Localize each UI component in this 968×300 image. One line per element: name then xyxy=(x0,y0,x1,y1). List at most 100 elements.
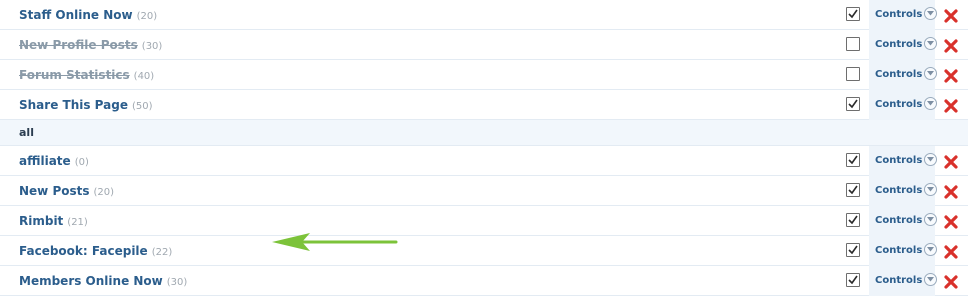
widget-label: New Posts (20) xyxy=(19,176,114,206)
delete-cell xyxy=(935,90,968,120)
controls-cell: Controls xyxy=(869,30,938,60)
controls-cell: Controls xyxy=(869,176,938,206)
controls-cell: Controls xyxy=(869,236,938,266)
display-order: (22) xyxy=(151,247,173,258)
widget-label: Staff Online Now (20) xyxy=(19,0,157,30)
controls-menu-button[interactable]: Controls xyxy=(875,90,938,120)
display-order: (20) xyxy=(136,11,158,22)
delete-x-icon[interactable] xyxy=(944,214,958,229)
delete-cell xyxy=(935,206,968,236)
controls-cell: Controls xyxy=(869,0,938,30)
widget-row: Staff Online Now (20) Controls xyxy=(0,0,968,30)
enabled-checkbox[interactable] xyxy=(846,183,860,197)
delete-cell xyxy=(935,146,968,176)
widget-row: Facebook: Facepile (22) Controls xyxy=(0,236,968,266)
widget-label: Members Online Now (30) xyxy=(19,266,187,296)
controls-label: Controls xyxy=(875,155,923,166)
controls-label: Controls xyxy=(875,99,923,110)
enabled-checkbox[interactable] xyxy=(846,67,860,81)
widget-row: New Posts (20) Controls xyxy=(0,176,968,206)
delete-cell xyxy=(935,176,968,206)
delete-x-icon[interactable] xyxy=(944,98,958,113)
controls-label: Controls xyxy=(875,185,923,196)
enabled-cell xyxy=(837,206,869,236)
display-order: (30) xyxy=(141,41,163,52)
enabled-cell xyxy=(837,90,869,120)
enabled-cell xyxy=(837,236,869,266)
widget-label: Facebook: Facepile (22) xyxy=(19,236,172,266)
enabled-checkbox[interactable] xyxy=(846,273,860,287)
widget-row: Rimbit (21) Controls xyxy=(0,206,968,236)
delete-x-icon[interactable] xyxy=(944,274,958,289)
widget-row: Share This Page (50) Controls xyxy=(0,90,968,120)
widget-label: New Profile Posts (30) xyxy=(19,30,162,60)
enabled-cell xyxy=(837,0,869,30)
display-order: (30) xyxy=(166,277,188,288)
delete-x-icon[interactable] xyxy=(944,38,958,53)
delete-x-icon[interactable] xyxy=(944,244,958,259)
controls-menu-button[interactable]: Controls xyxy=(875,30,938,60)
controls-label: Controls xyxy=(875,69,923,80)
display-order: (40) xyxy=(133,71,155,82)
enabled-cell xyxy=(837,30,869,60)
controls-menu-button[interactable]: Controls xyxy=(875,60,938,90)
controls-cell: Controls xyxy=(869,206,938,236)
controls-label: Controls xyxy=(875,275,923,286)
enabled-checkbox[interactable] xyxy=(846,213,860,227)
display-order: (0) xyxy=(74,157,89,168)
widget-row: Forum Statistics (40) Controls xyxy=(0,60,968,90)
widget-name-link[interactable]: New Posts xyxy=(19,184,90,198)
widget-name-link[interactable]: Rimbit xyxy=(19,214,63,228)
display-order: (50) xyxy=(131,101,153,112)
display-order: (20) xyxy=(93,187,115,198)
group-header: all xyxy=(0,120,968,146)
group-label: all xyxy=(19,126,34,139)
widget-name-link[interactable]: Facebook: Facepile xyxy=(19,244,148,258)
display-order: (21) xyxy=(67,217,88,228)
delete-x-icon[interactable] xyxy=(944,8,958,23)
controls-menu-button[interactable]: Controls xyxy=(875,206,938,236)
widget-name-link[interactable]: Forum Statistics xyxy=(19,68,130,82)
widget-label: Share This Page (50) xyxy=(19,90,153,120)
widget-list: Staff Online Now (20) Controls New Profile … xyxy=(0,0,968,296)
controls-cell: Controls xyxy=(869,146,938,176)
enabled-checkbox[interactable] xyxy=(846,97,860,111)
enabled-cell xyxy=(837,60,869,90)
controls-menu-button[interactable]: Controls xyxy=(875,236,938,266)
widget-name-link[interactable]: Staff Online Now xyxy=(19,8,133,22)
widget-label: Rimbit (21) xyxy=(19,206,88,236)
controls-menu-button[interactable]: Controls xyxy=(875,0,938,30)
controls-label: Controls xyxy=(875,215,923,226)
controls-menu-button[interactable]: Controls xyxy=(875,176,938,206)
enabled-checkbox[interactable] xyxy=(846,243,860,257)
delete-cell xyxy=(935,0,968,30)
widget-name-link[interactable]: Share This Page xyxy=(19,98,128,112)
controls-menu-button[interactable]: Controls xyxy=(875,266,938,296)
arrow-left-icon xyxy=(272,233,398,251)
enabled-cell xyxy=(837,146,869,176)
widget-name-link[interactable]: affiliate xyxy=(19,154,71,168)
delete-cell xyxy=(935,60,968,90)
controls-label: Controls xyxy=(875,39,923,50)
widget-name-link[interactable]: New Profile Posts xyxy=(19,38,138,52)
widget-label: affiliate (0) xyxy=(19,146,89,176)
controls-cell: Controls xyxy=(869,266,938,296)
enabled-cell xyxy=(837,176,869,206)
controls-cell: Controls xyxy=(869,90,938,120)
delete-cell xyxy=(935,236,968,266)
widget-label: Forum Statistics (40) xyxy=(19,60,154,90)
enabled-cell xyxy=(837,266,869,296)
delete-x-icon[interactable] xyxy=(944,184,958,199)
widget-row: affiliate (0) Controls xyxy=(0,146,968,176)
enabled-checkbox[interactable] xyxy=(846,37,860,51)
controls-label: Controls xyxy=(875,9,923,20)
enabled-checkbox[interactable] xyxy=(846,153,860,167)
delete-cell xyxy=(935,266,968,296)
delete-cell xyxy=(935,30,968,60)
controls-menu-button[interactable]: Controls xyxy=(875,146,938,176)
delete-x-icon[interactable] xyxy=(944,68,958,83)
delete-x-icon[interactable] xyxy=(944,154,958,169)
widget-name-link[interactable]: Members Online Now xyxy=(19,274,163,288)
widget-row: Members Online Now (30) Controls xyxy=(0,266,968,296)
enabled-checkbox[interactable] xyxy=(846,7,860,21)
